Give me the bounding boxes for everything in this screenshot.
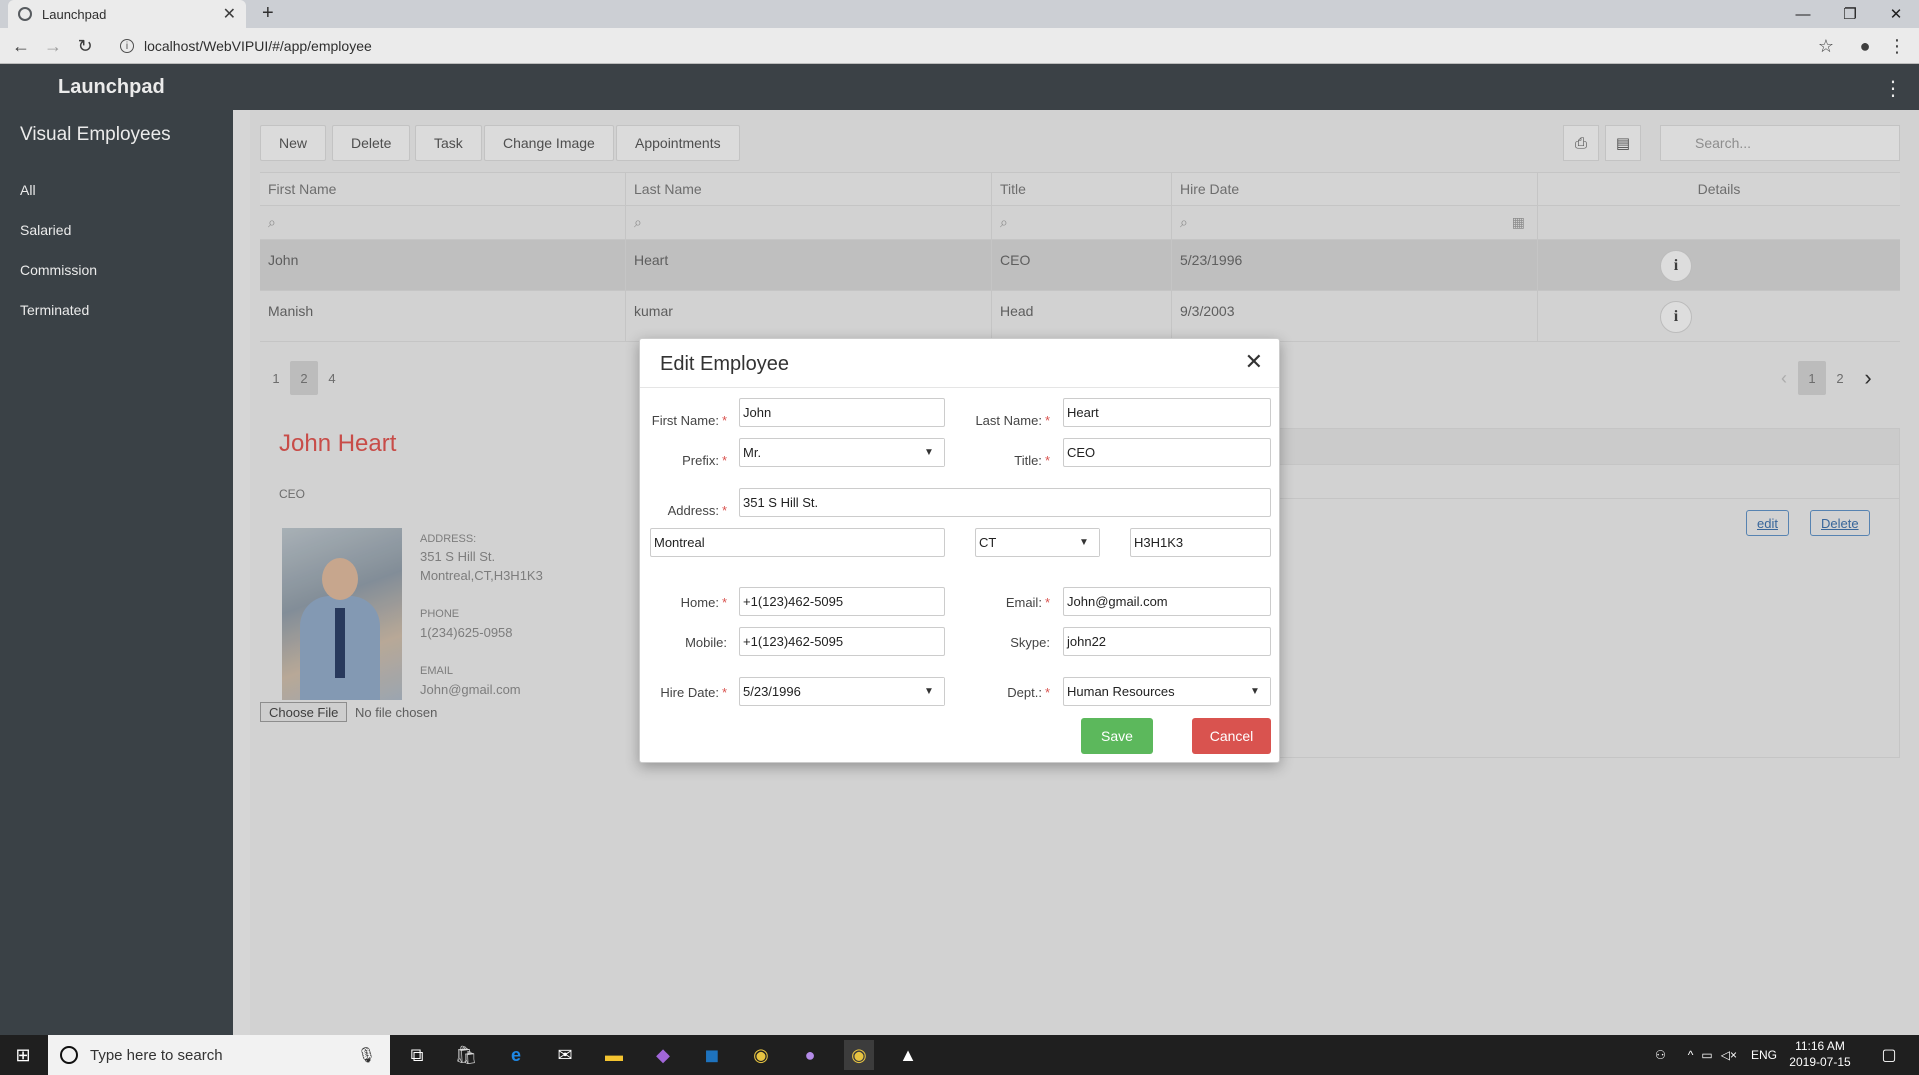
home-phone-field[interactable]: +1(123)462-5095 — [739, 587, 945, 616]
microphone-icon[interactable]: 🎙 — [357, 1046, 376, 1064]
address-label: Address: * — [667, 503, 727, 518]
zip-field[interactable]: H3H1K3 — [1130, 528, 1271, 557]
file-explorer-icon[interactable]: ▬ — [599, 1040, 629, 1070]
last-name-field[interactable]: Heart — [1063, 398, 1271, 427]
volume-icon[interactable]: ◁× — [1721, 1048, 1737, 1062]
cancel-button[interactable]: Cancel — [1192, 718, 1271, 754]
email-label: Email: * — [1005, 595, 1050, 610]
clock-date: 2019-07-15 — [1789, 1055, 1851, 1069]
store-icon[interactable]: 🛍 — [451, 1040, 481, 1070]
dropdown-caret-icon: ▼ — [1069, 529, 1099, 556]
task-view-icon[interactable]: ⧉ — [402, 1040, 432, 1070]
clock-time: 11:16 AM — [1795, 1039, 1845, 1053]
outlook-icon[interactable]: ◼ — [697, 1040, 727, 1070]
last-name-label: Last Name: * — [975, 413, 1050, 428]
cortana-icon — [60, 1046, 78, 1064]
dropdown-caret-icon: ▼ — [1240, 678, 1270, 705]
visual-studio-icon[interactable]: ◆ — [648, 1040, 678, 1070]
mail-icon[interactable]: ✉ — [550, 1040, 580, 1070]
edge-icon[interactable]: e — [501, 1040, 531, 1070]
first-name-label: First Name: * — [651, 413, 727, 428]
windows-taskbar: ⊞ Type here to search 🎙 ⧉ 🛍 e ✉ ▬ ◆ ◼ ◉ … — [0, 1035, 1919, 1075]
edit-employee-dialog: Edit Employee ✕ First Name: * John Last N… — [639, 338, 1280, 763]
notifications-icon[interactable]: ▢ — [1874, 1040, 1904, 1070]
city-field[interactable]: Montreal — [650, 528, 945, 557]
prefix-select[interactable]: Mr. ▼ — [739, 438, 945, 467]
dialog-title: Edit Employee — [660, 353, 789, 375]
people-icon[interactable]: ⚇ — [1655, 1048, 1666, 1062]
title-field[interactable]: CEO — [1063, 438, 1271, 467]
hire-date-label: Hire Date: * — [660, 685, 727, 700]
chrome-active-icon[interactable]: ◉ — [844, 1040, 874, 1070]
windows-start-icon[interactable]: ⊞ — [8, 1040, 38, 1070]
hire-date-picker[interactable]: 5/23/1996 ▼ — [739, 677, 945, 706]
mobile-label: Mobile: — [685, 635, 727, 650]
chevron-up-icon[interactable]: ^ — [1688, 1048, 1694, 1062]
save-button[interactable]: Save — [1081, 718, 1153, 754]
system-tray: ⚇ ^ ▭ ◁× ENG — [1655, 1035, 1777, 1075]
skype-label: Skype: — [1010, 635, 1050, 650]
chrome-icon[interactable]: ◉ — [746, 1040, 776, 1070]
clock[interactable]: 11:16 AM 2019-07-15 — [1785, 1038, 1855, 1070]
first-name-field[interactable]: John — [739, 398, 945, 427]
dept-select[interactable]: Human Resources ▼ — [1063, 677, 1271, 706]
mobile-phone-field[interactable]: +1(123)462-5095 — [739, 627, 945, 656]
language-indicator[interactable]: ENG — [1751, 1048, 1777, 1062]
dept-label: Dept.: * — [1007, 685, 1050, 700]
taskbar-search-placeholder: Type here to search — [90, 1046, 223, 1064]
prefix-label: Prefix: * — [682, 453, 727, 468]
network-icon[interactable]: ▭ — [1701, 1048, 1712, 1062]
app-icon[interactable]: ● — [795, 1040, 825, 1070]
email-field[interactable]: John@gmail.com — [1063, 587, 1271, 616]
close-icon[interactable]: ✕ — [1245, 349, 1263, 375]
photos-icon[interactable]: ▲ — [893, 1040, 923, 1070]
taskbar-search[interactable]: Type here to search 🎙 — [48, 1035, 390, 1075]
address-field[interactable]: 351 S Hill St. — [739, 488, 1271, 517]
state-select[interactable]: CT ▼ — [975, 528, 1100, 557]
home-label: Home: * — [680, 595, 727, 610]
skype-field[interactable]: john22 — [1063, 627, 1271, 656]
title-label: Title: * — [1014, 453, 1050, 468]
